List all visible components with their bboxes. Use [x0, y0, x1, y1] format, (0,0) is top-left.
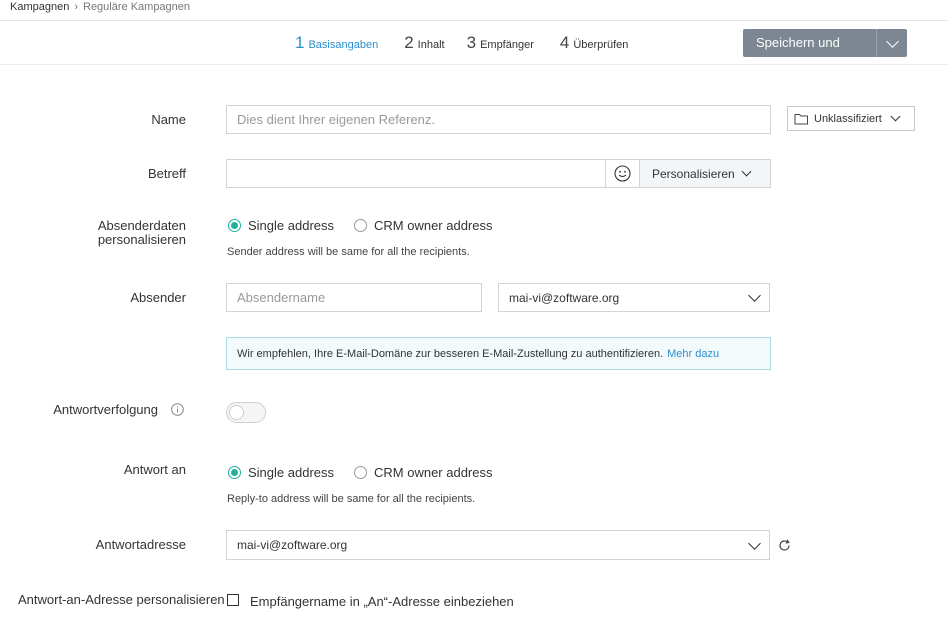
personalize-dropdown[interactable]: Personalisieren — [639, 159, 771, 188]
info-icon[interactable] — [171, 403, 184, 416]
radio-selected-icon — [228, 219, 241, 232]
header-divider — [0, 20, 948, 21]
step-label: Basisangaben — [308, 39, 379, 51]
chevron-down-icon — [885, 34, 899, 48]
refresh-icon[interactable] — [778, 539, 791, 552]
reply-tracking-label: Antwortverfolgung — [53, 402, 158, 417]
category-dropdown[interactable]: Unklassifiziert — [787, 106, 915, 131]
toggle-knob — [229, 405, 244, 420]
notice-text: Wir empfehlen, Ihre E-Mail-Domäne zur be… — [237, 347, 664, 360]
save-and-finish-button[interactable]: Speichern und beenden — [743, 29, 876, 57]
reply-address-value: mai-vi@zoftware.org — [237, 538, 348, 552]
subject-label: Betreff — [147, 166, 186, 181]
name-label: Name — [151, 112, 186, 127]
breadcrumb-current: Reguläre Kampagnen — [83, 1, 191, 13]
subject-input[interactable] — [226, 159, 606, 188]
breadcrumb: Kampagnen › Reguläre Kampagnen — [10, 1, 190, 13]
radio-label: CRM owner address — [374, 465, 493, 480]
chevron-down-icon — [890, 111, 901, 122]
reply-address-select[interactable]: mai-vi@zoftware.org — [226, 530, 770, 560]
radio-unselected-icon — [354, 466, 367, 479]
learn-more-link[interactable]: Mehr dazu — [667, 348, 719, 360]
name-input[interactable]: Dies dient Ihrer eigenen Referenz. — [226, 105, 771, 134]
chevron-down-icon — [748, 289, 761, 302]
step-number: 3 — [466, 33, 477, 52]
reply-to-radio-group: Single address CRM owner address — [228, 465, 513, 480]
sender-personalize-label-line2: personalisieren — [97, 232, 186, 247]
radio-label: CRM owner address — [374, 218, 493, 233]
header-bottom-divider — [0, 64, 948, 65]
step-number: 4 — [559, 33, 570, 52]
step-number: 1 — [295, 33, 305, 52]
wizard-steps: 1 Basisangaben 2 Inhalt 3 Empfänger 4 Üb… — [295, 33, 654, 53]
include-recipient-name-label[interactable]: Empfängername in „An“-Adresse einbeziehe… — [250, 594, 514, 609]
radio-selected-icon — [228, 466, 241, 479]
sender-label: Absender — [130, 290, 186, 305]
step-label: Inhalt — [417, 39, 445, 51]
reply-crm-owner-radio[interactable]: CRM owner address — [354, 465, 493, 480]
category-value: Unklassifiziert — [814, 112, 882, 125]
sender-hint: Sender address will be same for all the … — [227, 246, 470, 258]
folder-icon — [794, 113, 808, 124]
step-empfaenger[interactable]: 3 Empfänger — [467, 33, 534, 53]
sender-name-input[interactable]: Absendername — [226, 283, 482, 312]
step-inhalt[interactable]: 2 Inhalt — [404, 33, 444, 53]
step-ueberpruefen[interactable]: 4 Überprüfen — [560, 33, 629, 53]
personalize-label: Personalisieren — [652, 166, 735, 181]
step-label: Empfänger — [480, 39, 534, 51]
sender-single-address-radio[interactable]: Single address — [228, 218, 334, 233]
save-options-dropdown[interactable] — [876, 29, 907, 57]
sender-personalize-label: Absenderdaten personalisieren — [60, 219, 186, 247]
reply-to-hint: Reply-to address will be same for all th… — [227, 493, 476, 505]
chevron-right-icon: › — [74, 1, 78, 13]
reply-personalize-label: Antwort-an-Adresse personalisieren — [18, 592, 225, 607]
reply-single-address-radio[interactable]: Single address — [228, 465, 334, 480]
reply-to-label: Antwort an — [123, 462, 186, 477]
radio-label: Single address — [248, 465, 334, 480]
include-recipient-name-checkbox[interactable] — [227, 594, 239, 606]
smiley-icon — [614, 165, 631, 182]
radio-unselected-icon — [354, 219, 367, 232]
domain-auth-notice: Wir empfehlen, Ihre E-Mail-Domäne zur be… — [226, 337, 771, 370]
chevron-down-icon — [748, 536, 761, 550]
save-and-finish-button-group: Speichern und beenden — [743, 29, 907, 57]
step-number: 2 — [404, 33, 414, 52]
sender-mode-radio-group: Single address CRM owner address — [228, 218, 513, 233]
sender-email-select[interactable]: mai-vi@zoftware.org — [498, 283, 770, 312]
name-placeholder: Dies dient Ihrer eigenen Referenz. — [237, 112, 436, 127]
step-label: Überprüfen — [573, 39, 629, 51]
sender-crm-owner-radio[interactable]: CRM owner address — [354, 218, 493, 233]
breadcrumb-parent[interactable]: Kampagnen — [10, 1, 69, 13]
emoji-button[interactable] — [605, 159, 640, 188]
radio-label: Single address — [248, 218, 334, 233]
step-basisangaben[interactable]: 1 Basisangaben — [295, 33, 378, 53]
reply-address-label: Antwortadresse — [95, 537, 186, 552]
reply-tracking-toggle[interactable] — [226, 402, 266, 423]
sender-personalize-label-line1: Absenderdaten — [97, 218, 186, 233]
chevron-down-icon — [741, 166, 752, 177]
sender-name-placeholder: Absendername — [237, 290, 326, 305]
sender-email-value: mai-vi@zoftware.org — [509, 290, 620, 305]
